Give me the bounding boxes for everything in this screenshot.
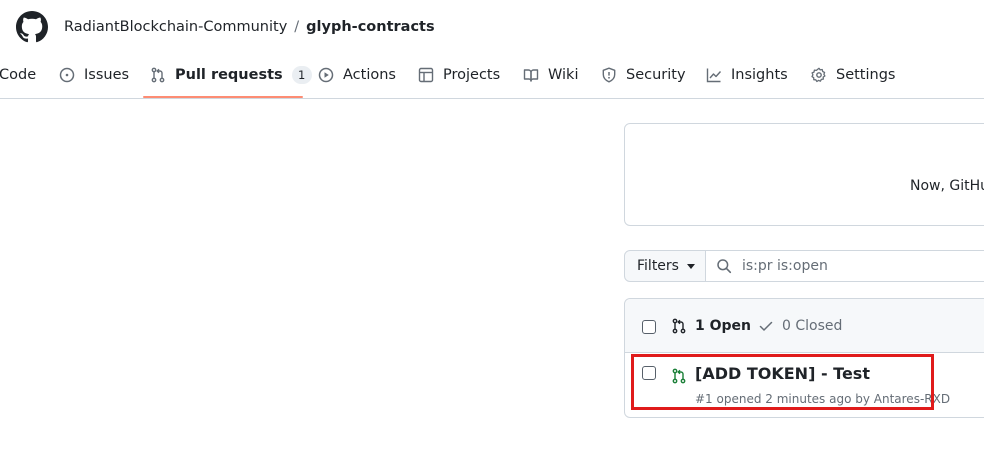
tab-actions[interactable]: Actions (318, 64, 396, 86)
list-item: [ADD TOKEN] - Test #1 opened 2 minutes a… (625, 354, 984, 418)
tab-code[interactable]: Code (0, 64, 36, 86)
filter-bar: Filters (624, 250, 984, 282)
issue-opened-icon (59, 67, 75, 83)
table-icon (418, 67, 434, 83)
tab-label: Pull requests (175, 67, 283, 83)
tab-settings[interactable]: Settings (811, 64, 895, 86)
tab-security[interactable]: Security (601, 64, 686, 86)
gear-icon (811, 67, 826, 83)
check-icon (759, 321, 773, 331)
select-all-checkbox[interactable] (642, 320, 656, 334)
filters-dropdown-button[interactable]: Filters (624, 250, 706, 282)
repo-nav-tabs: Code Issues Pull requests 1 Actions Proj… (0, 56, 984, 99)
tab-label: Code (0, 67, 37, 83)
tab-projects[interactable]: Projects (418, 64, 500, 86)
tab-insights[interactable]: Insights (706, 64, 788, 86)
pull-requests-counter: 1 (291, 66, 312, 84)
pull-request-meta: #1 opened 2 minutes ago by Antares-RXD (695, 392, 951, 406)
graph-icon (706, 68, 722, 83)
search-icon (717, 259, 732, 274)
tab-label: Actions (343, 67, 396, 83)
tab-label: Wiki (548, 67, 579, 83)
triangle-down-icon (686, 263, 695, 269)
github-logo-icon[interactable] (16, 11, 48, 43)
open-count-label: 1 Open (695, 318, 751, 334)
search-input[interactable] (742, 258, 982, 274)
breadcrumb: RadiantBlockchain-Community / glyph-contra… (64, 17, 435, 37)
search-field (705, 250, 984, 282)
repo-header: RadiantBlockchain-Community / glyph-contra… (0, 0, 984, 99)
selected-tab-underline (143, 96, 303, 98)
tab-label: Projects (443, 67, 501, 83)
tab-label: Security (626, 67, 686, 83)
tab-wiki[interactable]: Wiki (523, 64, 578, 86)
git-pull-request-icon (672, 318, 686, 334)
info-banner: Now, GitHu (624, 123, 984, 226)
breadcrumb-separator: / (294, 19, 300, 35)
pull-request-title-link[interactable]: [ADD TOKEN] - Test (695, 364, 870, 383)
pull-request-list: 1 Open 0 Closed [ADD TOKEN] - Test #1 op… (624, 298, 984, 418)
open-filter-link[interactable]: 1 Open (671, 318, 751, 334)
play-icon (318, 67, 334, 83)
repo-name-link[interactable]: glyph-contracts (306, 19, 434, 35)
closed-count-label: 0 Closed (782, 318, 843, 334)
tab-label: Insights (731, 67, 788, 83)
shield-icon (602, 67, 616, 83)
book-icon (523, 69, 539, 82)
tab-label: Settings (836, 67, 896, 83)
row-checkbox[interactable] (642, 366, 656, 380)
banner-text: Now, GitHu (910, 178, 984, 194)
closed-filter-link[interactable]: 0 Closed (758, 318, 842, 334)
git-pull-request-open-icon (672, 368, 686, 384)
tab-label: Issues (84, 67, 130, 83)
list-header: 1 Open 0 Closed (625, 299, 984, 353)
repo-owner-link[interactable]: RadiantBlockchain-Community (64, 19, 287, 35)
git-pull-request-icon (151, 67, 165, 83)
tab-issues[interactable]: Issues (59, 64, 129, 86)
tab-pull-requests[interactable]: Pull requests 1 (150, 64, 312, 86)
filters-label: Filters (637, 258, 679, 274)
